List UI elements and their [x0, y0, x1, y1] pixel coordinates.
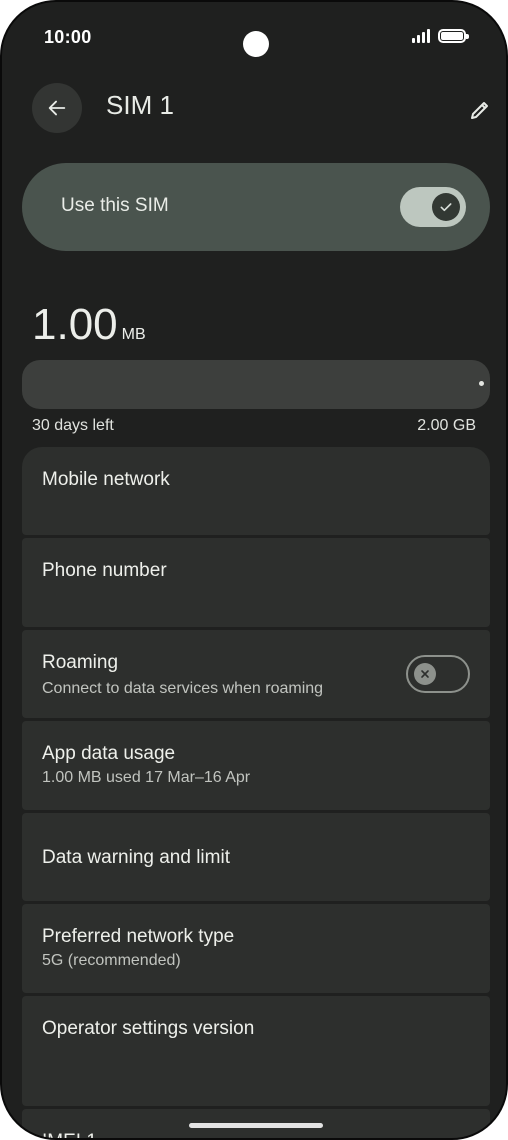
- operator-settings-version-item[interactable]: Operator settings version: [22, 996, 490, 1106]
- item-title: Mobile network: [42, 469, 170, 490]
- usage-progress-bar: [22, 360, 490, 409]
- use-sim-card[interactable]: Use this SIM: [22, 163, 490, 251]
- days-left-label: 30 days left: [32, 417, 114, 434]
- phone-number-item[interactable]: Phone number: [22, 538, 490, 627]
- home-indicator[interactable]: [189, 1123, 323, 1128]
- item-title: Operator settings version: [42, 1018, 255, 1039]
- toggle-thumb: [414, 663, 436, 685]
- item-title: IMEI 1: [42, 1131, 97, 1138]
- item-title: App data usage: [42, 743, 176, 764]
- item-title: Data warning and limit: [42, 847, 230, 868]
- item-subtitle: Connect to data services when roaming: [42, 680, 324, 697]
- roaming-toggle[interactable]: [406, 655, 470, 693]
- roaming-item[interactable]: Roaming Connect to data services when ro…: [22, 630, 490, 718]
- use-sim-label: Use this SIM: [61, 195, 169, 216]
- data-warning-limit-item[interactable]: Data warning and limit: [22, 813, 490, 901]
- page-title: SIM 1: [106, 90, 174, 120]
- preferred-network-type-item[interactable]: Preferred network type 5G (recommended): [22, 904, 490, 993]
- usage-value: 1.00: [32, 300, 118, 349]
- back-button[interactable]: [32, 83, 82, 133]
- signal-icon: [412, 29, 430, 43]
- data-usage-amount: 1.00 MB: [32, 300, 146, 350]
- battery-icon: [438, 29, 469, 43]
- item-title: Roaming: [42, 652, 119, 673]
- app-data-usage-item[interactable]: App data usage 1.00 MB used 17 Mar–16 Ap…: [22, 721, 490, 810]
- arrow-back-icon: [48, 100, 66, 116]
- item-subtitle: 5G (recommended): [42, 952, 181, 969]
- pencil-icon: [471, 102, 488, 119]
- close-icon: [421, 670, 429, 678]
- status-time: 10:00: [44, 27, 92, 47]
- edit-button[interactable]: [460, 90, 500, 130]
- toggle-thumb: [432, 193, 460, 221]
- item-subtitle: 1.00 MB used 17 Mar–16 Apr: [42, 769, 251, 786]
- item-title: Phone number: [42, 560, 167, 581]
- mobile-network-item[interactable]: Mobile network: [22, 447, 490, 535]
- usage-progress-marker: [479, 381, 484, 386]
- item-title: Preferred network type: [42, 926, 235, 947]
- status-icons: [412, 29, 469, 43]
- phone-screen: 10:00 SIM 1 Use this SIM 1.00 MB 30 days…: [0, 0, 508, 1140]
- check-icon: [440, 203, 452, 212]
- status-bar: 10:00: [2, 2, 506, 72]
- front-camera: [243, 31, 269, 57]
- usage-unit: MB: [121, 326, 146, 343]
- use-sim-toggle[interactable]: [400, 187, 466, 227]
- usage-limit-label: 2.00 GB: [417, 417, 476, 434]
